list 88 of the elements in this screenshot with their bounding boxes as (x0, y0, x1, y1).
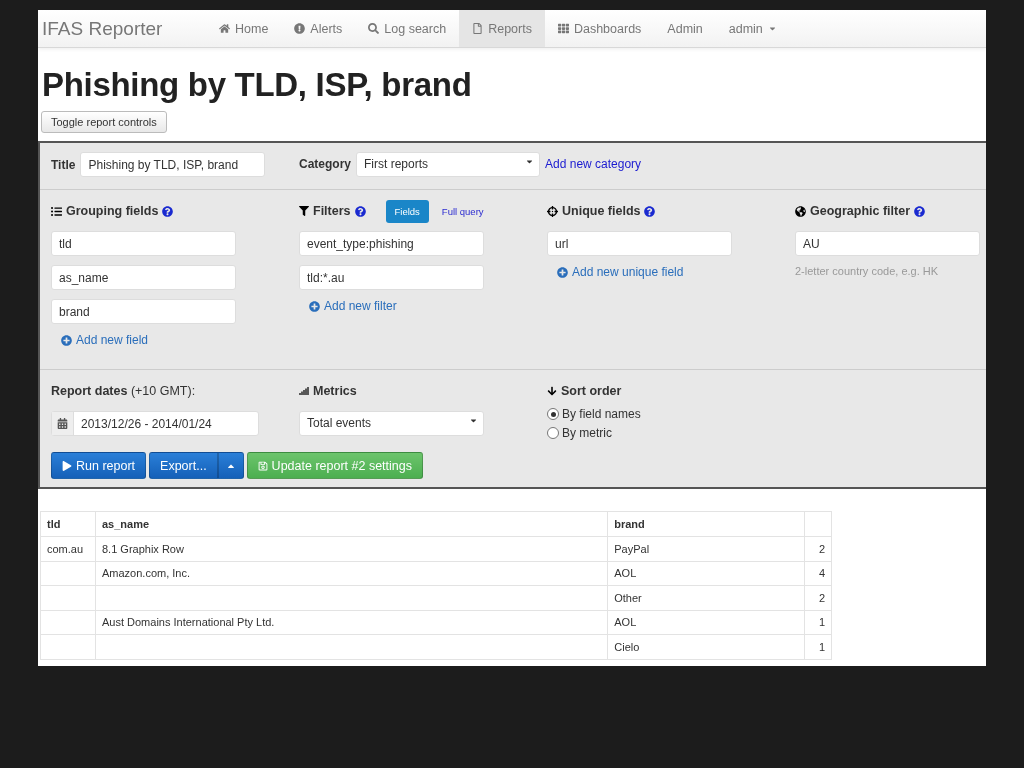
help-icon[interactable] (162, 205, 174, 217)
table-cell: 8.1 Graphix Row (95, 536, 608, 561)
section-heading: Filters (313, 204, 351, 218)
add-category-link[interactable]: Add new category (545, 157, 642, 171)
table-cell (40, 585, 96, 610)
calendar-icon (57, 418, 68, 429)
filter-icon (299, 206, 309, 216)
file-icon (472, 23, 484, 34)
table-cell (40, 610, 96, 635)
caret-icon (767, 24, 777, 33)
user-menu[interactable]: admin (715, 10, 790, 47)
grid-icon (557, 23, 569, 34)
export-button[interactable]: Export... (149, 452, 218, 479)
home-icon (219, 23, 230, 34)
table-cell: com.au (40, 536, 96, 561)
save-icon (257, 460, 268, 471)
title-label: Title (51, 157, 76, 172)
table-cell: 2 (804, 585, 832, 610)
title-input[interactable]: Phishing by TLD, ISP, brand (80, 152, 266, 177)
nav-item[interactable]: Alerts (281, 10, 356, 47)
nav-item[interactable]: Reports (459, 10, 545, 47)
date-range-input[interactable]: 2013/12/26 - 2014/01/24 (51, 411, 259, 436)
sort-option[interactable]: By metric (547, 426, 795, 440)
export-menu-button[interactable] (217, 452, 244, 479)
plus-icon (61, 334, 72, 346)
grouping-field-input[interactable]: brand (51, 299, 236, 324)
section-heading: Sort order (561, 384, 622, 398)
help-icon[interactable] (354, 205, 366, 217)
arrow-down-icon (547, 386, 557, 396)
globe-icon (795, 205, 806, 217)
plus-icon (309, 300, 320, 312)
table-cell: Cielo (607, 634, 805, 659)
table-cell: 4 (804, 561, 832, 586)
list-icon (51, 205, 62, 217)
alert-icon (294, 23, 306, 34)
sort-option[interactable]: By field names (547, 407, 795, 421)
nav-item[interactable]: Log search (355, 10, 460, 47)
page-title: Phishing by TLD, ISP, brand (42, 66, 473, 104)
table-cell: 1 (804, 610, 832, 635)
filter-mode-tab[interactable]: Full query (432, 199, 493, 223)
section-heading: Geographic filter (810, 204, 911, 218)
help-icon[interactable] (914, 205, 926, 217)
country-input[interactable]: AU (795, 231, 980, 256)
section-heading: Grouping fields (66, 204, 159, 218)
grouping-field-input[interactable]: as_name (51, 265, 236, 290)
add-field-link[interactable]: Add new field (51, 333, 299, 347)
metrics-select[interactable]: Total events (299, 411, 484, 436)
table-cell: PayPal (607, 536, 805, 561)
toggle-controls-button[interactable]: Toggle report controls (41, 111, 167, 133)
grouping-field-input[interactable]: tld (51, 231, 236, 256)
nav-item[interactable]: Admin (654, 10, 716, 47)
table-cell: 1 (804, 634, 832, 659)
filter-input[interactable]: event_type:phishing (299, 231, 484, 256)
nav-item[interactable]: Home (206, 10, 282, 47)
crosshairs-icon (547, 205, 558, 217)
dates-label: Report dates (+10 GMT): (51, 384, 196, 398)
section-heading: Metrics (313, 384, 357, 398)
table-cell (40, 561, 96, 586)
help-icon[interactable] (644, 205, 656, 217)
table-cell: Aust Domains International Pty Ltd. (95, 610, 608, 635)
column-header: tld (40, 511, 96, 537)
section-heading: Unique fields (562, 204, 641, 218)
play-icon (62, 460, 72, 471)
bar-chart-icon (299, 386, 309, 396)
caret-icon (469, 416, 478, 425)
table-cell: AOL (607, 561, 805, 586)
run-report-button[interactable]: Run report (51, 452, 147, 479)
table-cell: AOL (607, 610, 805, 635)
filter-input[interactable]: tld:*.au (299, 265, 484, 290)
table-cell (40, 634, 96, 659)
category-label: Category (299, 157, 351, 171)
app-brand[interactable]: IFAS Reporter (38, 10, 206, 47)
help-text: 2-letter country code, e.g. HK (795, 265, 940, 277)
radio-button[interactable] (547, 408, 559, 420)
table-cell: Other (607, 585, 805, 610)
radio-button[interactable] (547, 427, 559, 439)
add-filter-link[interactable]: Add new filter (299, 299, 547, 313)
table-cell: 2 (804, 536, 832, 561)
search-icon (368, 23, 380, 34)
table-cell: Amazon.com, Inc. (95, 561, 608, 586)
filter-mode-tab[interactable]: Fields (385, 199, 429, 223)
column-header: brand (607, 511, 805, 537)
category-select[interactable]: First reports (356, 151, 540, 177)
nav-item[interactable]: Dashboards (544, 10, 655, 47)
add-unique-field-link[interactable]: Add new unique field (547, 265, 795, 279)
unique-field-input[interactable]: url (547, 231, 732, 256)
plus-icon (557, 266, 568, 278)
column-header: as_name (95, 511, 608, 537)
